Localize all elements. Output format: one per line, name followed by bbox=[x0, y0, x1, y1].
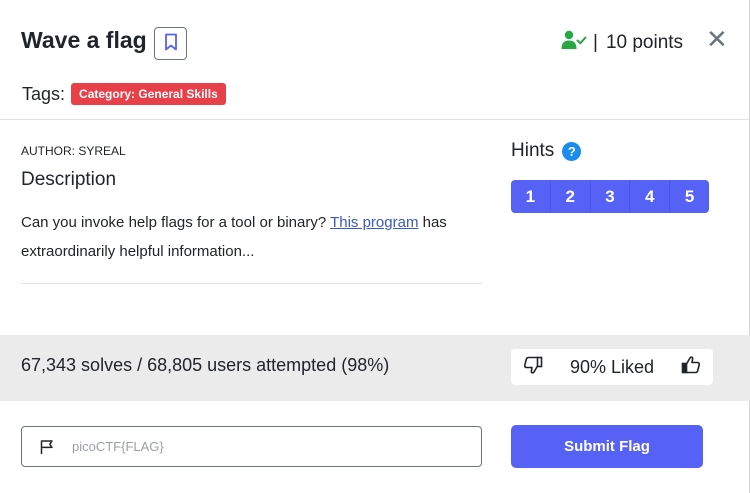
solves-count: 67,343 solves / 68,805 users attempted (… bbox=[21, 355, 390, 375]
user-check-icon bbox=[561, 30, 587, 56]
points-separator: | bbox=[593, 32, 598, 53]
hint-button-3[interactable]: 3 bbox=[591, 180, 631, 213]
description-text-before: Can you invoke help flags for a tool or … bbox=[21, 214, 331, 231]
tags-label: Tags: bbox=[22, 83, 66, 104]
description-divider bbox=[21, 283, 482, 284]
like-rating: 90% Liked bbox=[511, 349, 713, 385]
program-link[interactable]: This program bbox=[330, 214, 418, 231]
stats-band: 67,343 solves / 68,805 users attempted (… bbox=[0, 335, 750, 401]
hint-button-1[interactable]: 1 bbox=[511, 180, 551, 213]
description-text: Can you invoke help flags for a tool or … bbox=[21, 208, 471, 266]
modal-header: Wave a flag | 10 points ✕ Tags: Category… bbox=[0, 0, 750, 120]
close-icon: ✕ bbox=[706, 24, 728, 54]
tags-row: Tags: Category: General Skills bbox=[22, 83, 226, 105]
description-heading: Description bbox=[21, 169, 117, 190]
challenge-modal: Wave a flag | 10 points ✕ Tags: Category… bbox=[0, 0, 750, 493]
thumbs-down-icon[interactable] bbox=[523, 355, 543, 380]
hint-button-group: 1 2 3 4 5 bbox=[511, 180, 709, 213]
hint-button-2[interactable]: 2 bbox=[551, 180, 591, 213]
points-value: 10 points bbox=[605, 32, 684, 53]
bookmark-icon bbox=[164, 33, 178, 54]
thumbs-up-icon[interactable] bbox=[681, 355, 701, 380]
submit-flag-button[interactable]: Submit Flag bbox=[511, 425, 703, 468]
flag-input-group bbox=[21, 426, 482, 467]
close-button[interactable]: ✕ bbox=[706, 24, 728, 54]
liked-percentage: 90% Liked bbox=[569, 356, 655, 377]
bookmark-button[interactable] bbox=[154, 27, 187, 60]
question-circle-icon[interactable]: ? bbox=[562, 141, 582, 161]
challenge-title: Wave a flag bbox=[21, 27, 147, 53]
challenge-author: AUTHOR: SYREAL bbox=[21, 144, 126, 158]
hint-button-4[interactable]: 4 bbox=[630, 180, 671, 213]
points-display: | 10 points bbox=[561, 30, 683, 56]
flag-input[interactable] bbox=[72, 439, 452, 454]
flag-icon bbox=[22, 439, 72, 455]
hints-heading: Hints bbox=[511, 140, 555, 161]
hints-heading-row: Hints ? bbox=[511, 140, 582, 162]
hint-button-5[interactable]: 5 bbox=[670, 180, 709, 213]
category-badge: Category: General Skills bbox=[71, 83, 226, 105]
